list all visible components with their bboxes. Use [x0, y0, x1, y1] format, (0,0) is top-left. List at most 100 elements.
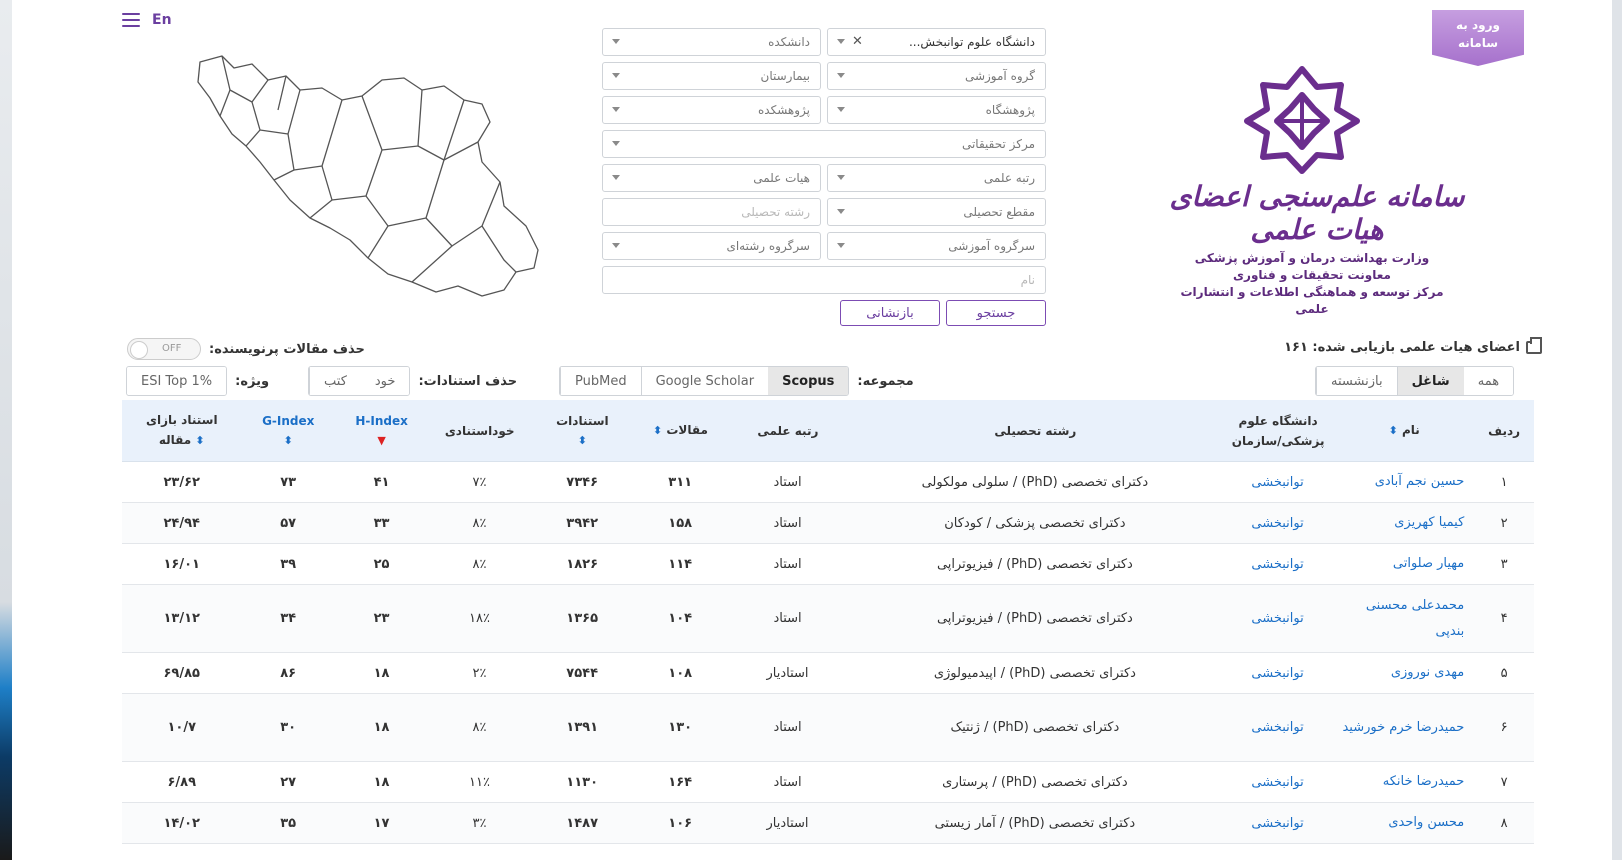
field-cell: دکترای تخصصی (PhD) / فیزیوتراپی [936, 611, 1133, 626]
col-self-citation: خوداستنادی [444, 423, 515, 438]
chevron-down-icon [837, 175, 845, 180]
site-title: سامانه علم‌سنجی اعضای هیات علمی [1169, 180, 1465, 246]
citations-per-article-cell: ۱۰/۷ [167, 720, 197, 735]
university-link[interactable]: توانبخشی [1222, 611, 1334, 626]
citations-per-article-cell: ۱۳/۱۲ [163, 611, 200, 626]
articles-cell: ۳۱۱ [668, 474, 693, 490]
esi-top-button[interactable]: ESI Top 1% [127, 367, 227, 395]
university-link[interactable]: توانبخشی [1222, 666, 1334, 681]
logo-icon [1244, 66, 1360, 174]
citations-per-article-cell: ۶۹/۸۵ [163, 665, 200, 681]
faculty-board-select[interactable]: هیات علمی [602, 164, 821, 192]
col-citations-per-article[interactable]: استناد بازای ⬍ مقاله [122, 410, 242, 451]
academic-rank-select[interactable]: رتبه علمی [827, 164, 1046, 192]
self-citation-cell: ۳٪ [472, 815, 487, 831]
col-field: رشته تحصیلی [994, 423, 1077, 438]
university-link[interactable]: توانبخشی [1222, 720, 1334, 735]
sort-down-icon[interactable]: ▼ [335, 431, 428, 451]
tab-all[interactable]: همه [1463, 367, 1514, 395]
prolific-toggle-label: حذف مقالات پرنویسنده: [209, 341, 365, 357]
research-center-select[interactable]: مرکز تحقیقاتی [602, 130, 1046, 158]
col-h-index[interactable]: H-Index ▼ [335, 411, 428, 451]
person-name-link[interactable]: حسین نجم آبادی [1334, 469, 1475, 495]
articles-cell: ۱۰۴ [668, 611, 693, 626]
col-citations[interactable]: استنادات ⬍ [531, 411, 634, 451]
g-index-cell: ۳۹ [280, 556, 297, 572]
table-row: ۲ کیمیا کهریزی توانبخشی دکترای تخصصی پزشکی … [122, 503, 1534, 544]
remove-book-citations[interactable]: کتب [309, 367, 361, 395]
clear-icon[interactable]: ✕ [852, 34, 863, 49]
field-cell: دکترای تخصصی (PhD) / پرستاری [942, 774, 1128, 790]
table-row: ۵ مهدی نوروزی توانبخشی دکترای تخصصی (PhD) /… [122, 653, 1534, 694]
g-index-cell: ۳۵ [280, 815, 297, 831]
faculty-select[interactable]: دانشکده [602, 28, 821, 56]
research-school-select[interactable]: پژوهشکده [602, 96, 821, 124]
row-number: ۱ [1500, 474, 1508, 490]
person-name-link[interactable]: مهدی نوروزی [1334, 660, 1475, 686]
tab-employed[interactable]: شاغل [1396, 367, 1464, 395]
col-name[interactable]: نام ⬍ [1334, 420, 1474, 441]
collection-pubmed[interactable]: PubMed [560, 367, 641, 395]
print-icon[interactable] [1526, 337, 1542, 354]
name-input[interactable]: نام [602, 266, 1046, 294]
g-index-cell: ۸۶ [280, 665, 297, 681]
sort-icon[interactable]: ⬍ [1389, 424, 1398, 437]
special-label: ویژه: [235, 373, 270, 389]
remove-self-citations[interactable]: خود [360, 367, 410, 395]
tab-retired[interactable]: بازنشسته [1316, 367, 1397, 395]
sort-icon[interactable]: ⬍ [242, 431, 335, 451]
university-link[interactable]: توانبخشی [1222, 516, 1334, 531]
person-name-link[interactable]: محمدعلی محسنی بندپی [1334, 593, 1475, 645]
field-cell: دکترای تخصصی پزشکی / کودکان [944, 515, 1126, 531]
row-number: ۸ [1500, 815, 1508, 831]
results-table: ردیف نام ⬍ دانشگاه علوم پزشکی/سازمان رشته… [122, 400, 1534, 844]
university-select[interactable]: دانشگاه علوم توانبخش... ✕ [827, 28, 1046, 56]
university-link[interactable]: توانبخشی [1222, 816, 1334, 831]
collection-scopus[interactable]: Scopus [768, 367, 849, 395]
research-institute-select[interactable]: پژوهشگاه [827, 96, 1046, 124]
col-univ: دانشگاه علوم پزشکی/سازمان [1231, 413, 1325, 448]
reset-button[interactable]: بازنشانی [840, 300, 940, 326]
person-name-link[interactable]: کیمیا کهریزی [1334, 510, 1475, 536]
login-button[interactable]: ورود به سامانه [1432, 10, 1524, 66]
articles-cell: ۱۳۰ [668, 720, 693, 735]
chevron-down-icon [837, 39, 845, 44]
language-switch[interactable]: En [152, 12, 172, 28]
col-g-index[interactable]: G-Index ⬍ [242, 411, 335, 451]
rank-cell: استاد [773, 611, 802, 626]
chevron-down-icon [837, 73, 845, 78]
self-citation-cell: ۸٪ [472, 515, 487, 531]
hamburger-menu-icon[interactable] [122, 13, 140, 27]
hospital-select[interactable]: بیمارستان [602, 62, 821, 90]
citations-per-article-cell: ۶/۸۹ [167, 774, 197, 790]
edu-group-select[interactable]: گروه آموزشی [827, 62, 1046, 90]
collection-group: مجموعه: Scopus Google Scholar PubMed [559, 366, 922, 396]
self-citation-cell: ۸٪ [472, 720, 487, 735]
col-articles[interactable]: مقالات ⬍ [634, 420, 727, 441]
citations-cell: ۳۹۴۲ [566, 515, 599, 531]
university-link[interactable]: توانبخشی [1222, 557, 1334, 572]
sort-icon[interactable]: ⬍ [653, 424, 662, 437]
collection-google-scholar[interactable]: Google Scholar [640, 367, 769, 395]
sort-icon[interactable]: ⬍ [195, 434, 204, 447]
field-supergroup-select[interactable]: سرگروه رشته‌ای [602, 232, 821, 260]
degree-select[interactable]: مقطع تحصیلی [827, 198, 1046, 226]
sort-icon[interactable]: ⬍ [531, 431, 634, 451]
iran-map[interactable] [182, 50, 552, 310]
citations-cell: ۷۵۴۴ [566, 665, 599, 681]
person-name-link[interactable]: حمیدرضا خرم خورشید [1334, 715, 1475, 741]
row-number: ۷ [1500, 774, 1508, 790]
university-link[interactable]: توانبخشی [1222, 775, 1334, 790]
table-row: ۳ مهیار صلواتی توانبخشی دکترای تخصصی (PhD) … [122, 544, 1534, 585]
articles-cell: ۱۱۴ [668, 556, 693, 572]
edu-supergroup-select[interactable]: سرگروه آموزشی [827, 232, 1046, 260]
person-name-link[interactable]: حمیدرضا خانکه [1334, 769, 1475, 795]
field-input[interactable]: رشته تحصیلی [602, 198, 821, 226]
g-index-cell: ۲۷ [280, 774, 297, 790]
search-button[interactable]: جستجو [946, 300, 1046, 326]
person-name-link[interactable]: مهیار صلواتی [1334, 551, 1475, 577]
person-name-link[interactable]: محسن واحدی [1334, 810, 1475, 836]
self-citation-cell: ۸٪ [472, 556, 487, 572]
university-link[interactable]: توانبخشی [1222, 475, 1334, 490]
prolific-toggle[interactable]: OFF [127, 338, 201, 360]
